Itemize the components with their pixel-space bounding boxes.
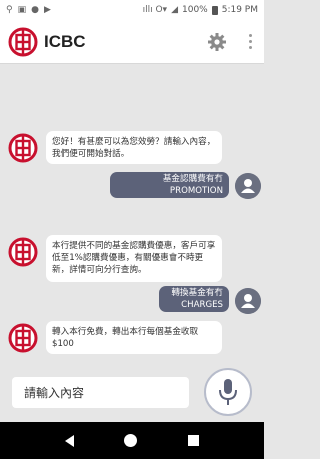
bot-message: 本行提供不同的基金認購費優惠，客戶可享低至1%認購費優惠，有關優惠會不時更新，詳…: [46, 235, 222, 282]
user-avatar-icon: [235, 288, 261, 314]
home-icon[interactable]: [124, 434, 138, 447]
wifi-icon: ◢: [171, 5, 178, 15]
image-icon: ▣: [17, 5, 27, 15]
play-icon: ▶: [43, 5, 51, 15]
status-bar: ⚲ ▣ ● ▶ ıllı O▾ ◢ 100% 5:19 PM: [0, 0, 264, 20]
message-input[interactable]: 請輸入內容: [12, 377, 189, 408]
back-icon[interactable]: [65, 434, 75, 447]
brand-name: ICBC: [44, 31, 86, 51]
signal-icon: ıllı O▾: [142, 5, 168, 15]
battery-percent: 100%: [182, 5, 208, 15]
bot-avatar-icon: [8, 323, 38, 353]
record-icon: ●: [31, 5, 39, 15]
system-nav-bar: [0, 422, 264, 459]
user-message: 轉換基金有冇CHARGES: [159, 286, 229, 312]
battery-icon: [211, 5, 218, 15]
recents-icon[interactable]: [187, 435, 199, 446]
user-avatar-icon: [235, 173, 261, 199]
status-left-icons: ⚲ ▣ ● ▶: [6, 5, 51, 15]
bot-message: 轉入本行免費，轉出本行每個基金收取 $100: [46, 321, 222, 354]
input-bar: 請輸入內容: [0, 367, 264, 420]
microphone-icon: [219, 379, 237, 405]
gear-icon[interactable]: [207, 32, 227, 52]
bot-avatar-icon: [8, 133, 38, 163]
app-header: ICBC: [0, 20, 264, 64]
bot-avatar-icon: [8, 237, 38, 267]
voice-input-button[interactable]: [204, 368, 252, 416]
location-icon: ⚲: [6, 5, 13, 15]
status-right: ıllı O▾ ◢ 100% 5:19 PM: [143, 5, 258, 15]
more-options-icon[interactable]: [249, 34, 252, 49]
bot-message: 您好！有甚麼可以為您效勞？請輸入內容，我們便可開始對話。: [46, 131, 222, 164]
icbc-logo-icon: [8, 27, 38, 56]
status-time: 5:19 PM: [221, 5, 258, 15]
user-message: 基金認購費有冇PROMOTION: [110, 172, 229, 198]
